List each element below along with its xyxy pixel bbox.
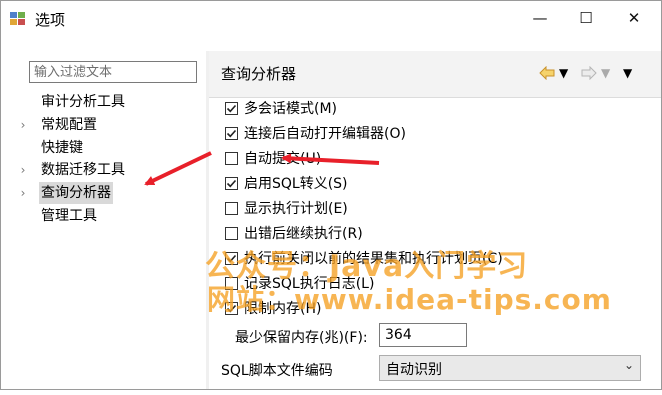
encoding-label: SQL脚本文件编码 — [221, 363, 333, 379]
checkbox[interactable] — [225, 101, 238, 115]
minimize-icon: — — [532, 9, 548, 27]
close-button[interactable]: ✕ — [611, 1, 657, 35]
chevron-down-icon[interactable]: ▼ — [559, 66, 568, 80]
chevron-down-icon[interactable]: ▼ — [601, 66, 610, 80]
tree-item-label: 数据迁移工具 — [41, 162, 125, 178]
checkbox[interactable] — [225, 226, 238, 240]
chevron-right-icon[interactable]: › — [17, 114, 29, 136]
tree-item-label: 审计分析工具 — [41, 94, 125, 110]
option-open-editor[interactable]: 连接后自动打开编辑器(O) — [225, 122, 406, 144]
option-label: 限制内存(H) — [244, 301, 322, 317]
checkbox[interactable] — [225, 276, 238, 290]
option-sql-escape[interactable]: 启用SQL转义(S) — [225, 172, 348, 194]
option-multi-session[interactable]: 多会话模式(M) — [225, 97, 337, 119]
checkbox[interactable] — [225, 151, 238, 165]
app-icon — [10, 12, 25, 25]
tree-item-data-migration[interactable]: › 数据迁移工具 — [21, 159, 127, 181]
option-auto-commit[interactable]: 自动提交(U) — [225, 147, 321, 169]
option-label: 记录SQL执行日志(L) — [244, 276, 375, 292]
retain-memory-input[interactable] — [379, 323, 467, 347]
tree-item-audit-tools[interactable]: 审计分析工具 — [39, 91, 127, 113]
window-title: 选项 — [35, 11, 66, 29]
checkbox[interactable] — [225, 176, 238, 190]
tree-item-general-config[interactable]: › 常规配置 — [21, 114, 99, 136]
maximize-icon: ☐ — [579, 9, 593, 27]
back-button[interactable]: ▼ — [539, 63, 568, 83]
option-label: 启用SQL转义(S) — [244, 176, 348, 192]
close-icon: ✕ — [627, 9, 641, 27]
checkbox[interactable] — [225, 301, 238, 315]
chevron-right-icon[interactable]: › — [17, 159, 29, 181]
checkbox[interactable] — [225, 201, 238, 215]
option-continue-on-error[interactable]: 出错后继续执行(R) — [225, 222, 363, 244]
filter-input[interactable] — [29, 61, 197, 83]
tree-item-query-analyzer[interactable]: › 查询分析器 — [21, 182, 113, 204]
tree-item-label: 查询分析器 — [39, 182, 113, 204]
option-label: 出错后继续执行(R) — [244, 226, 363, 242]
arrow-right-icon — [581, 66, 597, 80]
maximize-button[interactable]: ☐ — [563, 1, 609, 35]
option-close-result-pages[interactable]: 执行前关闭以前的结果集和执行计划页(C) — [225, 247, 503, 269]
tree-item-shortcuts[interactable]: 快捷键 — [39, 137, 85, 159]
checkbox[interactable] — [225, 251, 238, 265]
encoding-select[interactable]: 自动识别 ⌄ — [379, 355, 641, 381]
view-menu-button[interactable]: ▼ — [623, 63, 632, 83]
tree-item-label: 常规配置 — [41, 117, 97, 133]
option-show-plan[interactable]: 显示执行计划(E) — [225, 197, 348, 219]
option-log-sql[interactable]: 记录SQL执行日志(L) — [225, 272, 374, 294]
chevron-right-icon[interactable]: › — [17, 182, 29, 204]
encoding-value: 自动识别 — [386, 362, 442, 378]
option-label: 显示执行计划(E) — [244, 201, 348, 217]
checkbox[interactable] — [225, 126, 238, 140]
page-header: 查询分析器 ▼ ▼ ▼ — [209, 51, 661, 98]
option-label: 自动提交(U) — [244, 151, 322, 167]
title-bar: 选项 — ☐ ✕ — [1, 1, 661, 35]
forward-button[interactable]: ▼ — [581, 63, 610, 83]
chevron-down-icon: ⌄ — [623, 358, 634, 372]
page-title: 查询分析器 — [221, 65, 297, 83]
retain-memory-label: 最少保留内存(兆)(F): — [235, 330, 368, 346]
tree-item-label: 管理工具 — [41, 208, 97, 224]
preference-page: 查询分析器 ▼ ▼ ▼ 多会话模式(M) 连接后自动打开编辑器(O) 自动提交(… — [209, 51, 661, 389]
minimize-button[interactable]: — — [517, 1, 563, 35]
tree-item-management-tools[interactable]: 管理工具 — [39, 205, 99, 227]
chevron-down-icon: ▼ — [623, 66, 633, 80]
option-label: 执行前关闭以前的结果集和执行计划页(C) — [244, 251, 503, 267]
options-dialog: 选项 — ☐ ✕ 审计分析工具 › 常规配置 快捷键 › 数据迁移工具 › 查询… — [0, 0, 662, 390]
option-limit-memory[interactable]: 限制内存(H) — [225, 297, 321, 319]
arrow-left-icon — [539, 66, 555, 80]
option-label: 连接后自动打开编辑器(O) — [244, 126, 406, 142]
preference-tree-pane: 审计分析工具 › 常规配置 快捷键 › 数据迁移工具 › 查询分析器 管理工具 — [1, 51, 206, 389]
option-label: 多会话模式(M) — [244, 101, 338, 117]
tree-item-label: 快捷键 — [41, 140, 83, 156]
